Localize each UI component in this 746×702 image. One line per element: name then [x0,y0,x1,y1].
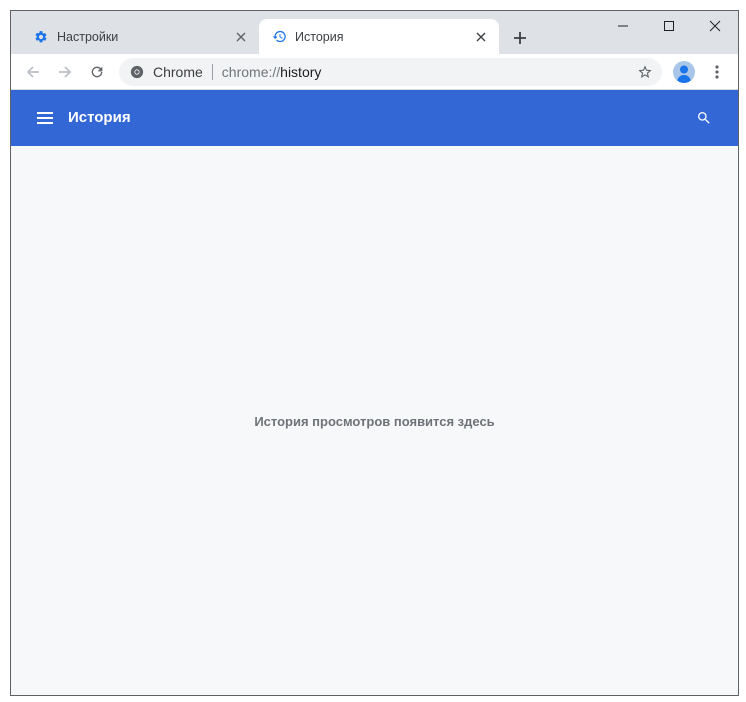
gear-icon [33,29,49,45]
new-tab-button[interactable] [509,27,531,49]
reload-icon [91,66,103,78]
site-chip-label: Chrome [153,64,203,80]
star-icon[interactable] [636,63,654,81]
history-content: История просмотров появится здесь [11,146,738,695]
tab-title: Настройки [57,29,119,44]
browser-window: Настройки История Chrome chrome:// histo… [10,10,739,696]
toolbar: Chrome chrome://history [11,54,738,90]
tab-settings[interactable]: Настройки [23,19,259,54]
address-bar[interactable]: Chrome chrome://history [119,58,662,86]
arrow-left-icon [26,66,39,78]
forward-button[interactable] [53,60,77,84]
maximize-button[interactable] [646,11,692,41]
url-scheme: chrome:// [221,64,281,80]
more-vert-icon [715,65,719,79]
page-title: История [68,109,131,126]
close-icon[interactable] [473,29,489,45]
minimize-button[interactable] [600,11,646,41]
menu-button[interactable] [705,60,729,84]
history-header: История [11,90,738,146]
chrome-icon [129,64,145,80]
reload-button[interactable] [85,60,109,84]
minimize-icon [618,25,628,27]
search-button[interactable] [694,108,714,128]
history-icon [271,29,287,45]
hamburger-icon [37,112,53,124]
tab-title: История [295,29,344,44]
avatar[interactable] [673,61,695,83]
divider [211,64,213,80]
arrow-right-icon [59,66,72,78]
close-icon[interactable] [233,29,249,45]
empty-state-message: История просмотров появится здесь [254,414,495,429]
close-icon [709,20,721,32]
url-host: history [280,64,322,80]
maximize-icon [664,21,674,31]
hamburger-menu-button[interactable] [35,109,55,127]
tab-strip: Настройки История [11,11,738,54]
tab-history[interactable]: История [259,19,499,54]
plus-icon [514,32,526,44]
back-button[interactable] [21,60,45,84]
close-window-button[interactable] [692,11,738,41]
search-icon [698,112,710,124]
